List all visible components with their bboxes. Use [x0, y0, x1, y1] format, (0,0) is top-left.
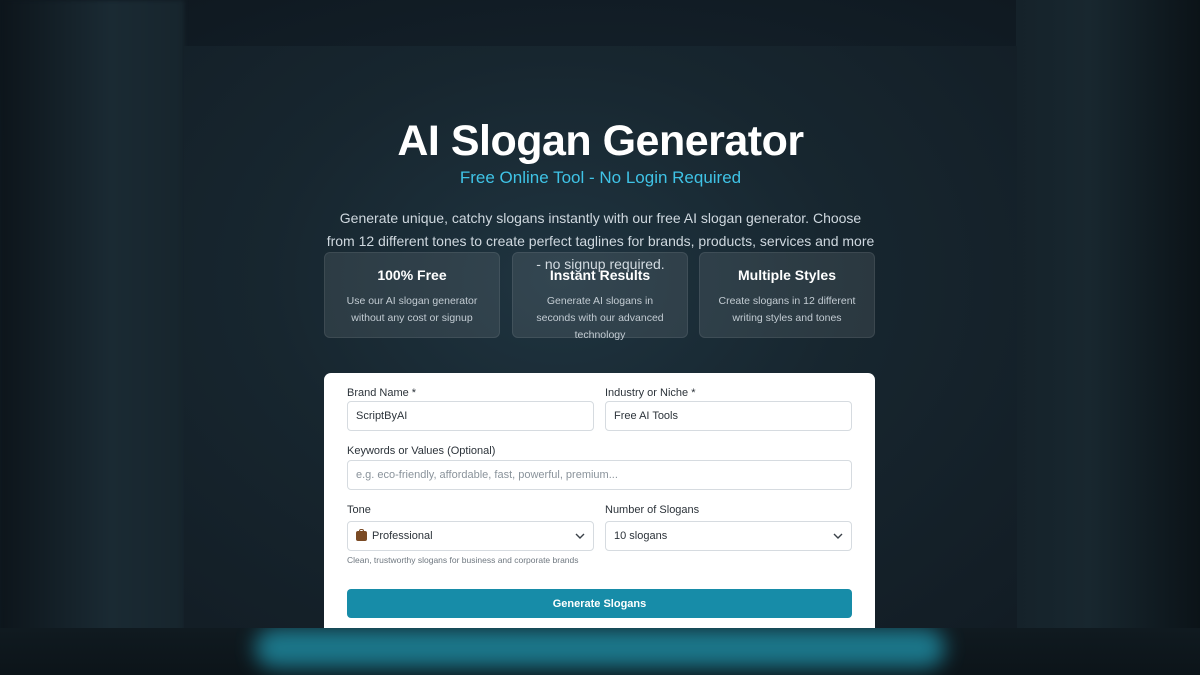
- feature-card-styles: Multiple Styles Create slogans in 12 dif…: [699, 252, 875, 338]
- chevron-down-icon: [833, 533, 843, 539]
- feature-card-free: 100% Free Use our AI slogan generator wi…: [324, 252, 500, 338]
- industry-input[interactable]: [605, 401, 852, 431]
- tone-label: Tone: [347, 504, 371, 516]
- feature-card-instant: Instant Results Generate AI slogans in s…: [512, 252, 688, 341]
- feature-title: 100% Free: [377, 267, 447, 283]
- keywords-label: Keywords or Values (Optional): [347, 445, 496, 457]
- feature-title: Multiple Styles: [737, 267, 837, 283]
- generate-slogans-button[interactable]: Generate Slogans: [347, 589, 852, 618]
- page-title: AI Slogan Generator: [397, 117, 804, 165]
- feature-description: Generate AI slogans in seconds with our …: [536, 295, 664, 341]
- slogan-form: Brand Name * Industry or Niche * Keyword…: [324, 373, 875, 628]
- brand-name-input[interactable]: [347, 401, 594, 431]
- brand-name-label: Brand Name *: [347, 387, 417, 399]
- backdrop-left: [0, 0, 184, 675]
- backdrop-right: [1016, 0, 1200, 675]
- main-panel: AI Slogan Generator Free Online Tool - N…: [184, 46, 1017, 628]
- chevron-down-icon: [575, 533, 585, 539]
- backdrop-glow: [255, 628, 945, 668]
- feature-description: Use our AI slogan generator without any …: [346, 295, 478, 324]
- tone-hint: Clean, trustworthy slogans for business …: [347, 555, 579, 565]
- tone-selected: Professional: [356, 529, 433, 542]
- tone-selected-label: Professional: [372, 530, 433, 542]
- industry-label: Industry or Niche *: [605, 387, 696, 399]
- feature-description: Create slogans in 12 different writing s…: [718, 295, 856, 324]
- count-selected-label: 10 slogans: [614, 530, 668, 542]
- page-subtitle: Free Online Tool - No Login Required: [459, 168, 742, 187]
- tone-select[interactable]: Professional: [347, 521, 594, 551]
- count-select[interactable]: 10 slogans: [605, 521, 852, 551]
- briefcase-icon: [356, 529, 367, 541]
- feature-title: Instant Results: [549, 267, 651, 283]
- keywords-input[interactable]: [347, 460, 852, 490]
- count-label: Number of Slogans: [605, 504, 700, 516]
